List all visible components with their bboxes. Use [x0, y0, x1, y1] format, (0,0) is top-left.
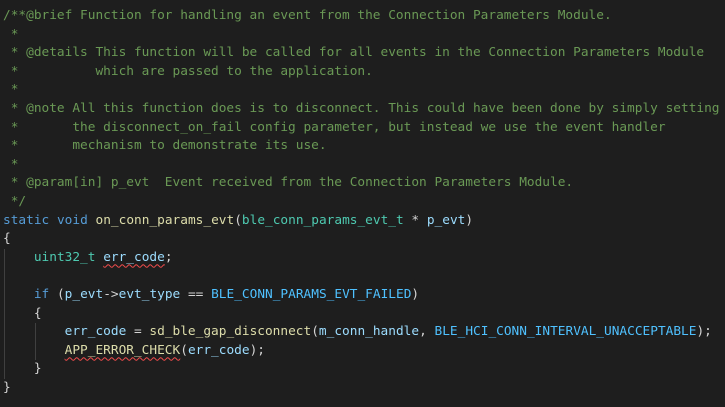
code-token: ) [465, 212, 474, 228]
code-line[interactable]: } [3, 379, 725, 398]
code-line[interactable]: */ [3, 193, 725, 212]
code-line[interactable]: * [3, 26, 725, 45]
error-token: APP_ERROR_CHECK [64, 342, 181, 358]
code-token: BLE_CONN_PARAMS_EVT_FAILED [211, 286, 412, 302]
indent-guide [4, 323, 5, 342]
code-token: ); [696, 324, 712, 340]
code-token: -> [103, 286, 119, 302]
code-token: { [3, 231, 11, 247]
code-line[interactable]: * @details This function will be called … [3, 44, 725, 63]
code-token: * [3, 156, 19, 172]
code-line[interactable]: APP_ERROR_CHECK(err_code); [3, 341, 725, 361]
code-line[interactable]: { [3, 230, 725, 249]
code-token: { [3, 305, 42, 321]
code-line[interactable]: uint32_t err_code; [3, 248, 725, 268]
code-token: ( [234, 212, 242, 228]
code-token: ble_conn_params_evt_t [241, 212, 404, 228]
indent-guide [4, 285, 5, 305]
code-line[interactable]: * the disconnect_on_fail config paramete… [3, 119, 725, 138]
code-token: } [3, 361, 42, 377]
indent-guide [4, 360, 5, 379]
code-line[interactable]: ​ [3, 267, 725, 286]
indent-guide [4, 304, 5, 324]
code-line[interactable]: * @param[in] p_evt Event received from t… [3, 174, 725, 193]
code-editor[interactable]: /**@brief Function for handling an event… [0, 0, 725, 407]
code-token: ) [411, 286, 420, 302]
code-token: = [126, 324, 150, 340]
indent-guide [34, 341, 36, 361]
code-token: ( [49, 286, 65, 302]
code-token: p_evt [426, 212, 466, 228]
indent-guide [4, 267, 5, 286]
code-line[interactable]: * which are passed to the application. [3, 63, 725, 82]
code-token: /**@brief Function for handling an event… [3, 8, 612, 23]
code-area[interactable]: /**@brief Function for handling an event… [3, 7, 725, 397]
code-token: * mechanism to demonstrate its use. [3, 138, 327, 154]
code-line[interactable]: * [3, 81, 725, 100]
indent-guide [34, 323, 36, 342]
code-token: * @note All this function does is to dis… [3, 100, 720, 116]
code-token: * @details This function will be called … [3, 45, 705, 61]
code-token: BLE_HCI_CONN_INTERVAL_UNACCEPTABLE [434, 324, 697, 340]
code-token: void [56, 212, 88, 228]
code-token: * @param[in] p_evt Event received from t… [3, 175, 574, 191]
code-line[interactable]: if (p_evt->evt_type == BLE_CONN_PARAMS_E… [3, 285, 725, 305]
code-token: on_conn_params_evt [95, 212, 235, 228]
code-line[interactable]: * mechanism to demonstrate its use. [3, 137, 725, 156]
code-token: * [3, 82, 19, 98]
code-line[interactable]: * @note All this function does is to dis… [3, 100, 725, 119]
code-line[interactable]: { [3, 304, 725, 324]
code-token: ( [311, 324, 319, 340]
code-token: * which are passed to the application. [3, 63, 373, 79]
code-line[interactable]: static void on_conn_params_evt(ble_conn_… [3, 212, 725, 231]
code-token: == [180, 286, 212, 302]
code-line[interactable]: } [3, 360, 725, 379]
code-token: * the disconnect_on_fail config paramete… [3, 119, 666, 135]
code-token: } [3, 379, 11, 395]
code-token: ); [249, 342, 265, 358]
code-token: * [403, 212, 427, 228]
code-line[interactable]: /**@brief Function for handling an event… [3, 7, 725, 26]
code-token: ( [180, 342, 188, 358]
code-token: * [3, 26, 19, 42]
indent-guide [4, 341, 5, 361]
code-token: m_conn_handle [318, 324, 420, 340]
indent-guide [4, 248, 5, 268]
code-token: sd_ble_gap_disconnect [149, 324, 312, 340]
code-token: p_evt [64, 286, 104, 302]
code-line[interactable]: err_code = sd_ble_gap_disconnect(m_conn_… [3, 323, 725, 342]
code-token: uint32_t [33, 249, 96, 265]
code-token: ; [164, 249, 173, 265]
code-token: if [33, 286, 50, 302]
code-line[interactable]: * [3, 156, 725, 175]
code-token: err_code [64, 324, 127, 340]
code-token: evt_type [118, 286, 181, 302]
code-token: err_code [187, 342, 250, 358]
code-token: */ [3, 193, 27, 209]
code-token: static [3, 212, 50, 228]
code-token: , [419, 324, 435, 340]
error-token: err_code [103, 249, 165, 265]
